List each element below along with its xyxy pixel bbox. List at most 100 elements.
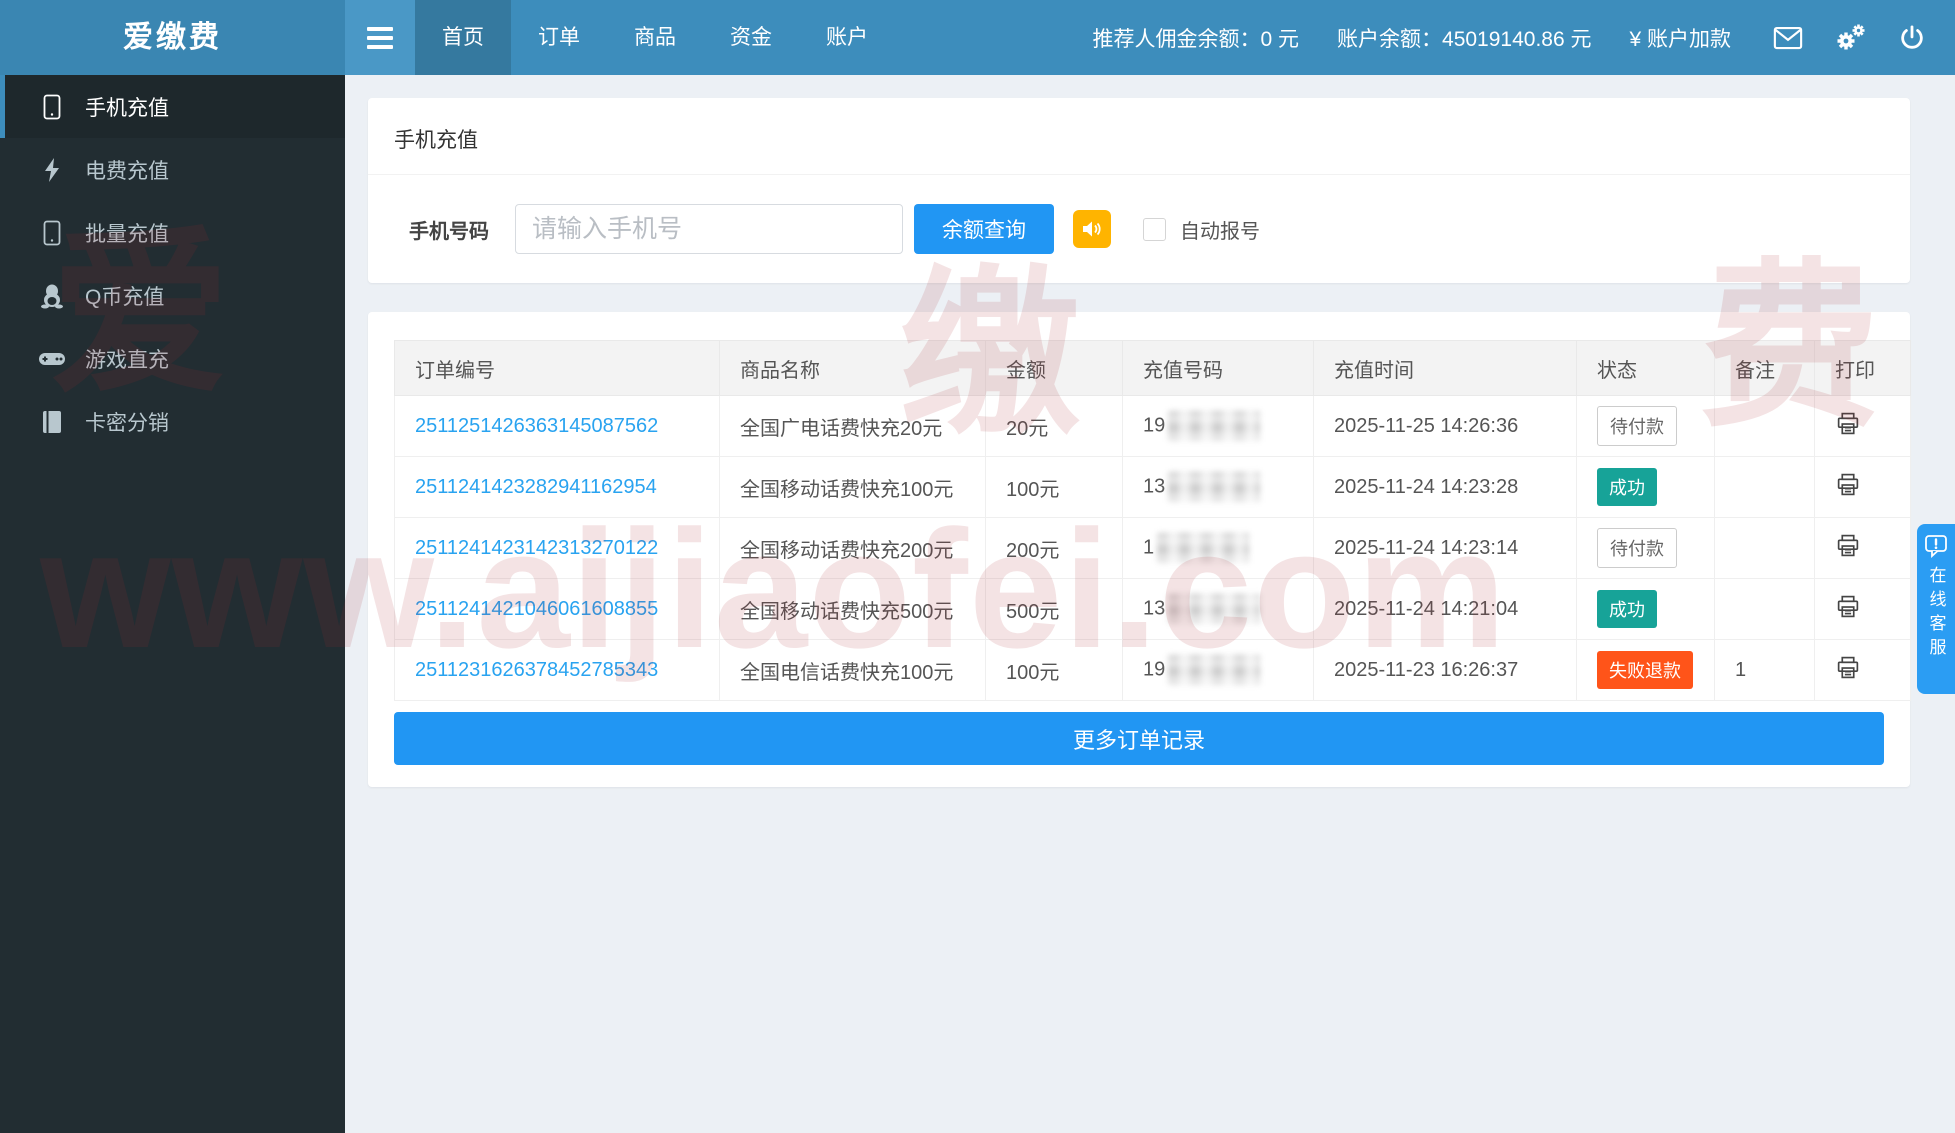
col-header-amount: 金额 (985, 340, 1123, 396)
blurred-phone (1168, 472, 1261, 502)
recharge-number: 1 (1122, 517, 1314, 579)
chat-alert-icon (1925, 535, 1947, 558)
gears-icon (1837, 24, 1865, 49)
printer-icon (1837, 656, 1859, 678)
recharge-form: 手机号码 余额查询 自动报号 (368, 175, 1910, 283)
sidebar-item-card-distribution[interactable]: 卡密分销 (0, 390, 345, 453)
print-button[interactable] (1835, 411, 1861, 436)
printer-icon (1837, 595, 1859, 617)
amount: 200元 (985, 517, 1123, 579)
phone-number-label: 手机号码 (409, 220, 489, 243)
order-number-link[interactable]: 2511241421046061608855 (415, 598, 658, 620)
print-button[interactable] (1835, 594, 1861, 619)
printer-icon (1837, 412, 1859, 434)
top-navbar: 爱缴费 首页 订单 商品 资金 账户 推荐人佣金余额：0 元 账户余额：4501… (0, 0, 1955, 75)
voice-announce-button[interactable] (1073, 210, 1111, 248)
table-header-row: 订单编号 商品名称 金额 充值号码 充值时间 状态 备注 打印 (394, 340, 1911, 396)
orders-panel: 订单编号 商品名称 金额 充值号码 充值时间 状态 备注 打印 25112514… (368, 312, 1911, 787)
amount: 100元 (985, 456, 1123, 518)
commission-balance: 推荐人佣金余额：0 元 (1092, 27, 1300, 51)
sidebar-item-qcoin-recharge[interactable]: Q币充值 (0, 264, 345, 327)
navbar-right: 推荐人佣金余额：0 元 账户余额：45019140.86 元 ¥ 账户加款 (1093, 0, 1955, 75)
brand-logo[interactable]: 爱缴费 (0, 0, 345, 75)
main-content: 手机充值 手机号码 余额查询 自动报号 订单编号 商品名称 金额 充值 (345, 75, 1955, 1133)
col-header-remark: 备注 (1714, 340, 1815, 396)
recharge-time: 2025-11-25 14:26:36 (1313, 395, 1577, 457)
print-button[interactable] (1835, 655, 1861, 680)
bolt-icon (35, 157, 69, 183)
envelope-icon (1773, 26, 1803, 49)
balance-value: 45019140.86 元 (1442, 27, 1592, 51)
order-number-link[interactable]: 2511241423142313270122 (415, 537, 658, 559)
add-funds-button[interactable]: ¥ 账户加款 (1629, 23, 1731, 53)
col-header-time: 充值时间 (1313, 340, 1577, 396)
status-badge: 待付款 (1597, 528, 1677, 568)
amount: 20元 (985, 395, 1123, 457)
amount: 500元 (985, 578, 1123, 640)
logout-button[interactable] (1881, 0, 1943, 75)
sidebar-item-electric-recharge[interactable]: 电费充值 (0, 138, 345, 201)
sidebar: 手机充值 电费充值 批量充值 Q币充值 游戏直充 卡密分销 (0, 75, 345, 1133)
nav-item-products[interactable]: 商品 (607, 0, 703, 75)
sidebar-item-game-recharge[interactable]: 游戏直充 (0, 327, 345, 390)
auto-report-checkbox[interactable] (1143, 217, 1166, 241)
qq-penguin-icon (35, 283, 69, 309)
phone-icon (35, 94, 69, 120)
remark (1714, 517, 1815, 579)
book-icon (35, 410, 69, 434)
blurred-phone (1168, 655, 1261, 685)
print-button[interactable] (1835, 533, 1861, 558)
sidebar-toggle-button[interactable] (345, 0, 415, 75)
phone-number-input[interactable] (515, 204, 903, 254)
auto-report-label: 自动报号 (1180, 220, 1260, 243)
online-service-tab[interactable]: 在线客服 (1917, 524, 1955, 694)
product-name: 全国移动话费快充500元 (719, 578, 986, 640)
table-row: 2511241421046061608855 全国移动话费快充500元 500元… (394, 578, 1911, 640)
printer-icon (1837, 534, 1859, 556)
blurred-phone (1168, 594, 1261, 624)
balance-query-button[interactable]: 余额查询 (914, 204, 1054, 254)
product-name: 全国广电话费快充20元 (719, 395, 986, 457)
printer-icon (1837, 473, 1859, 495)
product-name: 全国移动话费快充100元 (719, 456, 986, 518)
more-orders-button[interactable]: 更多订单记录 (394, 712, 1884, 765)
main-nav: 首页 订单 商品 资金 账户 (415, 0, 895, 75)
remark (1714, 395, 1815, 457)
blurred-phone (1168, 411, 1261, 441)
gamepad-icon (35, 350, 69, 368)
status-badge: 成功 (1597, 468, 1657, 506)
nav-item-account[interactable]: 账户 (799, 0, 895, 75)
sidebar-item-batch-recharge[interactable]: 批量充值 (0, 201, 345, 264)
settings-button[interactable] (1819, 0, 1881, 75)
status-badge: 失败退款 (1597, 651, 1693, 689)
table-row: 2511251426363145087562 全国广电话费快充20元 20元 1… (394, 395, 1911, 457)
recharge-panel: 手机充值 手机号码 余额查询 自动报号 (368, 98, 1910, 283)
sidebar-item-phone-recharge[interactable]: 手机充值 (0, 75, 345, 138)
order-number-link[interactable]: 2511251426363145087562 (415, 415, 658, 437)
recharge-time: 2025-11-23 16:26:37 (1313, 639, 1577, 701)
messages-button[interactable] (1757, 0, 1819, 75)
product-name: 全国移动话费快充200元 (719, 517, 986, 579)
account-balance: 账户余额：45019140.86 元 (1337, 27, 1592, 51)
status-badge: 待付款 (1597, 406, 1677, 446)
recharge-time: 2025-11-24 14:23:14 (1313, 517, 1577, 579)
amount: 100元 (985, 639, 1123, 701)
nav-item-funds[interactable]: 资金 (703, 0, 799, 75)
recharge-number: 13 (1122, 578, 1314, 640)
order-number-link[interactable]: 2511231626378452785343 (415, 659, 658, 681)
status-badge: 成功 (1597, 590, 1657, 628)
recharge-number: 19 (1122, 395, 1314, 457)
table-row: 2511231626378452785343 全国电信话费快充100元 100元… (394, 639, 1911, 701)
nav-item-home[interactable]: 首页 (415, 0, 511, 75)
power-icon (1901, 25, 1923, 49)
table-row: 2511241423142313270122 全国移动话费快充200元 200元… (394, 517, 1911, 579)
phone-icon (35, 220, 69, 246)
col-header-product: 商品名称 (719, 340, 986, 396)
table-row: 2511241423282941162954 全国移动话费快充100元 100元… (394, 456, 1911, 518)
print-button[interactable] (1835, 472, 1861, 497)
nav-item-orders[interactable]: 订单 (511, 0, 607, 75)
remark: 1 (1714, 639, 1815, 701)
commission-value: 0 元 (1260, 27, 1300, 51)
recharge-number: 13 (1122, 456, 1314, 518)
order-number-link[interactable]: 2511241423282941162954 (415, 476, 657, 498)
